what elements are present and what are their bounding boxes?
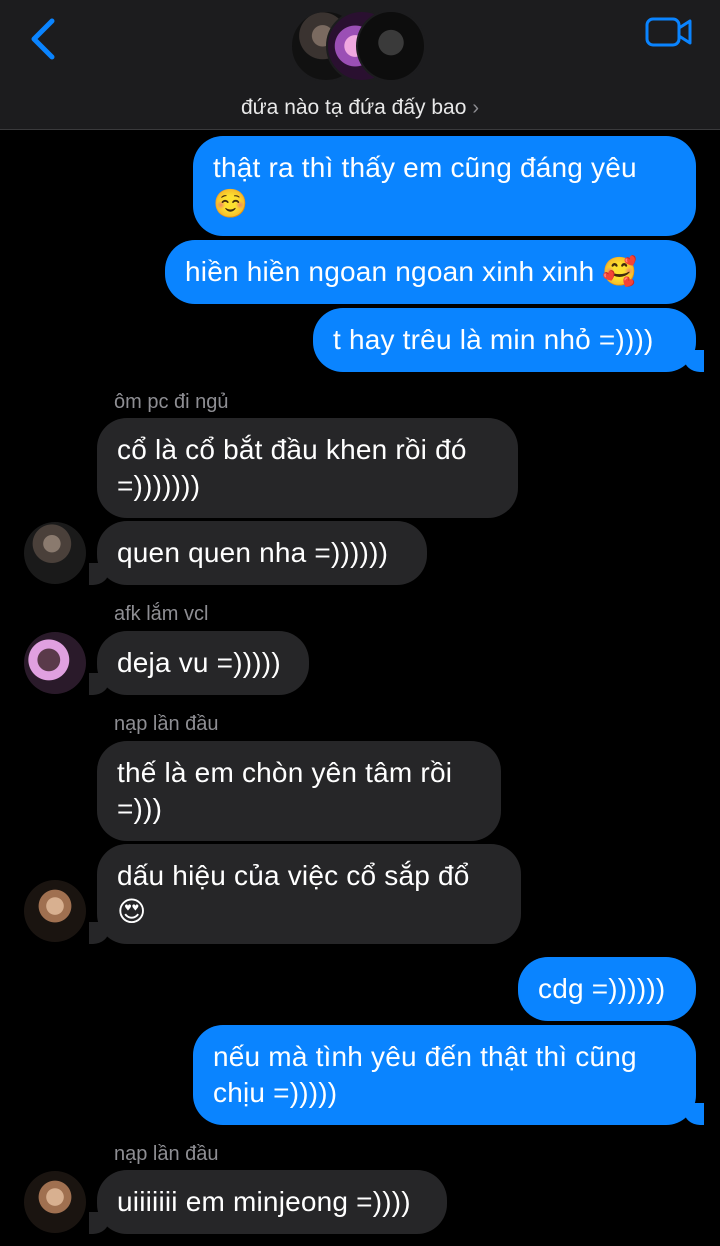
group-avatar[interactable]	[290, 10, 430, 90]
chevron-left-icon	[31, 18, 55, 60]
message-bubble-outgoing[interactable]: t hay trêu là min nhỏ =))))	[313, 308, 704, 372]
message-bubble-incoming[interactable]: cổ là cổ bắt đầu khen rồi đó =)))))))	[97, 418, 518, 518]
message-text: cdg =))))))	[538, 973, 666, 1004]
chat-title[interactable]: đứa nào tạ đứa đấy bao ›	[0, 96, 720, 120]
heart-eyes-emoji: 😍	[117, 896, 147, 927]
message-bubble-outgoing[interactable]: thật ra thì thấy em cũng đáng yêu ☺️	[193, 136, 696, 236]
video-camera-icon	[645, 17, 692, 47]
message-text: t hay trêu là min nhỏ =))))	[333, 324, 654, 355]
avatar[interactable]	[24, 522, 86, 584]
message-bubble-incoming[interactable]: uiiiiiii em minjeong =))))	[89, 1170, 447, 1234]
message-bubble-outgoing[interactable]: hiền hiền ngoan ngoan xinh xinh 🥰	[165, 240, 696, 304]
message-bubble-incoming[interactable]: thế là em chòn yên tâm rồi =)))	[97, 741, 501, 841]
message-bubble-incoming[interactable]: deja vu =)))))	[89, 631, 309, 695]
smiling-face-hearts-emoji: 🥰	[602, 256, 638, 287]
message-text: dấu hiệu của việc cổ sắp đổ	[117, 860, 470, 891]
sender-name: ôm pc đi ngủ	[114, 391, 229, 413]
message-text: thế là em chòn yên tâm rồi =)))	[117, 757, 453, 824]
message-text: cổ là cổ bắt đầu khen rồi đó =)))))))	[117, 434, 467, 501]
message-bubble-incoming[interactable]: quen quen nha =))))))	[89, 521, 427, 585]
chat-header: đứa nào tạ đứa đấy bao ›	[0, 0, 720, 130]
smiling-face-emoji: ☺️	[213, 188, 249, 219]
back-button[interactable]	[18, 14, 68, 64]
sender-name: nạp lần đầu	[114, 713, 219, 735]
message-text: deja vu =)))))	[117, 647, 281, 678]
avatar[interactable]	[24, 880, 86, 942]
message-text: nếu mà tình yêu đến thật thì cũng chịu =…	[213, 1041, 637, 1108]
sender-name: afk lắm vcl	[114, 603, 209, 625]
message-bubble-outgoing[interactable]: nếu mà tình yêu đến thật thì cũng chịu =…	[193, 1025, 704, 1125]
message-text: quen quen nha =))))))	[117, 537, 389, 568]
message-text: hiền hiền ngoan ngoan xinh xinh	[185, 256, 595, 287]
video-call-button[interactable]	[640, 10, 698, 54]
message-text: uiiiiiii em minjeong =))))	[117, 1186, 411, 1217]
message-text: thật ra thì thấy em cũng đáng yêu	[213, 152, 637, 183]
sender-name: nạp lần đầu	[114, 1143, 219, 1165]
message-bubble-outgoing[interactable]: cdg =))))))	[518, 957, 696, 1021]
message-bubble-incoming[interactable]: dấu hiệu của việc cổ sắp đổ 😍	[89, 844, 521, 944]
chat-title-text: đứa nào tạ đứa đấy bao	[240, 96, 467, 119]
avatar[interactable]	[24, 632, 86, 694]
avatar[interactable]	[24, 1171, 86, 1233]
chevron-right-icon: ›	[472, 97, 480, 119]
group-avatar-member-3	[356, 10, 426, 82]
